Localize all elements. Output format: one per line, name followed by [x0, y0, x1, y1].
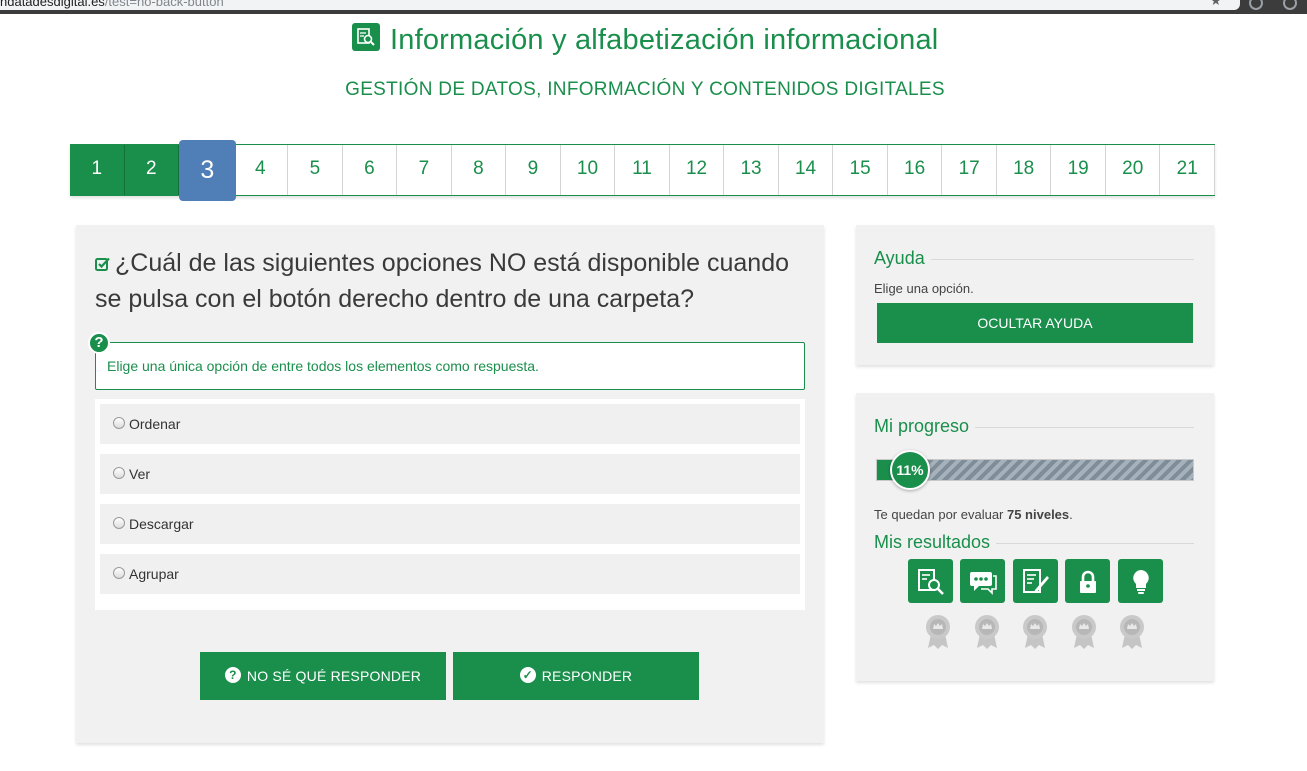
option-ver[interactable]: Ver [100, 454, 800, 494]
check-circle-icon: ✓ [519, 667, 536, 684]
instruction-box: Elige una única opción de entre todos lo… [95, 342, 805, 390]
help-panel: Ayuda Elige una opción. OCULTAR AYUDA [856, 225, 1214, 365]
page-header: Información y alfabetización informacion… [0, 22, 1290, 57]
check-edit-icon [95, 246, 111, 282]
results-title: Mis resultados [874, 532, 997, 553]
url-path: /test=no-back-button [104, 0, 224, 9]
bookmark-star-icon[interactable]: ★ [1210, 0, 1222, 9]
radio-button[interactable] [113, 467, 125, 479]
area-content-creation-button[interactable] [1013, 559, 1058, 603]
page-7[interactable]: 7 [397, 145, 452, 195]
dont-know-button[interactable]: ? NO SÉ QUÉ RESPONDER [200, 652, 446, 700]
remaining-prefix: Te quedan por evaluar [874, 507, 1007, 522]
question-mark-icon: ? [88, 332, 110, 354]
page-1[interactable]: 1 [70, 145, 125, 195]
page-8[interactable]: 8 [452, 145, 507, 195]
question-text: ¿Cuál de las siguientes opciones NO está… [95, 249, 790, 313]
area-security-button[interactable] [1065, 559, 1110, 603]
hide-help-button[interactable]: OCULTAR AYUDA [877, 303, 1193, 343]
option-ordenar[interactable]: Ordenar [100, 404, 800, 444]
extension-icon[interactable] [1283, 0, 1297, 10]
page-12[interactable]: 12 [670, 145, 725, 195]
remaining-text: Te quedan por evaluar 75 niveles. [874, 507, 1073, 522]
page-16[interactable]: 16 [888, 145, 943, 195]
area-information-button[interactable] [908, 559, 953, 603]
page-14[interactable]: 14 [779, 145, 834, 195]
medal-icon [1023, 615, 1047, 649]
search-document-icon [918, 569, 944, 595]
chat-icon [970, 572, 997, 595]
page-6[interactable]: 6 [343, 145, 398, 195]
question-pager: 1 2 3 4 5 6 7 8 9 10 11 12 13 14 15 16 17 18 19 20 21 [70, 140, 1215, 201]
address-url[interactable]: ndatadesdigital.es/test=no-back-button [0, 0, 224, 9]
lock-icon [1080, 570, 1096, 593]
radio-button[interactable] [113, 567, 125, 579]
page-19[interactable]: 19 [1051, 145, 1106, 195]
remaining-suffix: . [1069, 507, 1073, 522]
option-descargar[interactable]: Descargar [100, 504, 800, 544]
instruction-text: Elige una única opción de entre todos lo… [107, 358, 539, 374]
option-label: Ordenar [129, 416, 181, 432]
progress-badge: 11% [890, 450, 930, 490]
page-11[interactable]: 11 [615, 145, 670, 195]
progress-panel: Mi progreso 11% Te quedan por evaluar 75… [856, 393, 1214, 681]
page-17[interactable]: 17 [942, 145, 997, 195]
page-5[interactable]: 5 [288, 145, 343, 195]
edit-document-icon [1023, 569, 1049, 593]
option-label: Ver [129, 466, 151, 482]
radio-button[interactable] [113, 517, 125, 529]
page-21[interactable]: 21 [1160, 145, 1215, 195]
help-title: Ayuda [874, 248, 931, 269]
medal-icon [1120, 615, 1144, 649]
page-4[interactable]: 4 [234, 145, 289, 195]
question-card: ¿Cuál de las siguientes opciones NO está… [76, 225, 824, 743]
url-host: ndatadesdigital.es [0, 0, 105, 9]
remaining-count: 75 niveles [1006, 507, 1070, 522]
medal-icon [926, 615, 950, 649]
question-text-container: ¿Cuál de las siguientes opciones NO está… [95, 245, 805, 317]
answer-button[interactable]: ✓ RESPONDER [453, 652, 699, 700]
option-label: Descargar [129, 516, 194, 532]
browser-address-bar: ndatadesdigital.es/test=no-back-button ★ [0, 0, 1307, 14]
progress-bar: 11% [876, 450, 1194, 490]
page-13[interactable]: 13 [724, 145, 779, 195]
option-label: Agrupar [129, 566, 179, 582]
page-9[interactable]: 9 [506, 145, 561, 195]
search-document-icon [351, 22, 380, 51]
area-problem-solving-button[interactable] [1118, 559, 1163, 603]
page-18[interactable]: 18 [997, 145, 1052, 195]
question-circle-icon: ? [224, 667, 241, 684]
radio-button[interactable] [113, 417, 125, 429]
extension-icon[interactable] [1249, 0, 1263, 10]
progress-title: Mi progreso [874, 416, 976, 437]
page-3[interactable]: 3 [179, 140, 236, 201]
help-text: Elige una opción. [874, 281, 974, 296]
page-2[interactable]: 2 [124, 145, 180, 195]
page-subtitle: GESTIÓN DE DATOS, INFORMACIÓN Y CONTENID… [345, 79, 945, 100]
options-list: Ordenar Ver Descargar Agrupar [95, 399, 805, 610]
area-communication-button[interactable] [960, 559, 1005, 603]
page-title: Información y alfabetización informacion… [390, 24, 939, 56]
dont-know-label: NO SÉ QUÉ RESPONDER [246, 668, 422, 684]
answer-label: RESPONDER [541, 668, 633, 684]
medal-icon [975, 615, 999, 649]
option-agrupar[interactable]: Agrupar [100, 554, 800, 594]
page-10[interactable]: 10 [561, 145, 616, 195]
page-20[interactable]: 20 [1106, 145, 1161, 195]
medal-icon [1072, 615, 1096, 649]
page-15[interactable]: 15 [833, 145, 888, 195]
lightbulb-icon [1133, 570, 1149, 594]
